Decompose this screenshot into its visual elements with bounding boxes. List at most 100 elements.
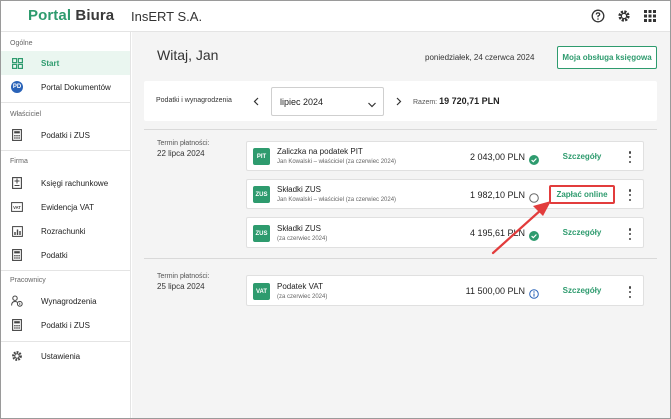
- payment-title: Składki ZUS: [277, 185, 322, 194]
- sidebar-divider: [1, 102, 131, 103]
- sidebar-item-label: Start: [41, 58, 60, 68]
- sidebar-item-label: Portal Dokumentów: [41, 82, 111, 92]
- payroll-icon: [10, 294, 24, 308]
- sidebar-item-label: Podatki: [41, 250, 68, 260]
- payment-subtitle: (za czerwiec 2024): [277, 294, 328, 300]
- payment-row-pit: PIT Zaliczka na podatek PIT Jan Kowalski…: [246, 141, 644, 171]
- zus-badge: ZUS: [253, 186, 270, 203]
- accountant-service-button[interactable]: Moja obsługa księgowa: [557, 46, 657, 69]
- sidebar: Ogólne Start PD Portal Dokumentów Właści…: [1, 32, 131, 418]
- main-content: Witaj, Jan poniedziałek, 24 czerwca 2024…: [132, 32, 670, 418]
- due-date-group-2: Termin płatności: 25 lipca 2024: [157, 272, 210, 292]
- sidebar-item-label: Rozrachunki: [41, 226, 86, 236]
- group-divider: [144, 258, 657, 259]
- vat-badge: VAT: [253, 283, 270, 300]
- details-link[interactable]: Szczegóły: [547, 286, 617, 295]
- welcome-heading: Witaj, Jan: [157, 47, 219, 63]
- sidebar-divider: [1, 341, 131, 342]
- payment-title: Zaliczka na podatek PIT: [277, 147, 363, 156]
- help-icon[interactable]: [590, 8, 606, 24]
- sidebar-item-ksiegi-rachunkowe[interactable]: Księgi rachunkowe: [1, 171, 130, 195]
- payment-subtitle: Jan Kowalski – właściciel (za czerwiec 2…: [277, 197, 397, 203]
- sidebar-item-portal-dokumentow[interactable]: PD Portal Dokumentów: [1, 75, 130, 99]
- due-date-value: 22 lipca 2024: [157, 149, 205, 158]
- logo-biura-text: Biura: [75, 7, 115, 24]
- more-options-icon[interactable]: [627, 228, 633, 240]
- payment-subtitle: Jan Kowalski – właściciel (za czerwiec 2…: [277, 159, 397, 165]
- more-options-icon[interactable]: [627, 151, 633, 163]
- calculator-icon: [10, 318, 24, 332]
- total-label: Razem:: [413, 99, 438, 106]
- chevron-right-icon[interactable]: [393, 94, 405, 108]
- sidebar-item-owner-taxes-zus[interactable]: Podatki i ZUS: [1, 123, 130, 147]
- chevron-down-icon: [367, 97, 377, 108]
- payment-row-zus: ZUS Składki ZUS (za czerwiec 2024) 4 195…: [246, 217, 644, 248]
- filter-label: Podatki i wynagrodzenia: [156, 97, 232, 104]
- sidebar-item-rozrachunki[interactable]: Rozrachunki: [1, 219, 130, 243]
- period-select-value: lipiec 2024: [280, 97, 324, 107]
- paid-check-icon: [529, 152, 539, 165]
- current-date: poniedziałek, 24 czerwca 2024: [425, 53, 535, 62]
- sidebar-divider: [1, 270, 131, 271]
- period-total: Razem: 19 720,71 PLN: [413, 96, 500, 106]
- due-date-label: Termin płatności:: [157, 140, 210, 147]
- payment-amount: 4 195,61 PLN: [469, 228, 525, 238]
- sidebar-item-label: Wynagrodzenia: [41, 296, 97, 306]
- sidebar-item-ewidencja-vat[interactable]: VAT Ewidencja VAT: [1, 195, 130, 219]
- info-icon: [529, 286, 539, 299]
- sidebar-item-podatki[interactable]: Podatki: [1, 243, 130, 267]
- pit-badge: PIT: [253, 148, 270, 165]
- portal-dokumentow-icon: PD: [10, 80, 24, 94]
- app-window: Portal Biura InsERT S.A. Ogólne Start PD: [0, 0, 671, 419]
- due-date-label: Termin płatności:: [157, 273, 210, 280]
- payment-row-zus-owner: ZUS Składki ZUS Jan Kowalski – właścicie…: [246, 179, 644, 209]
- company-name: InsERT S.A.: [131, 9, 203, 24]
- payment-title: Podatek VAT: [277, 282, 323, 291]
- pay-online-button[interactable]: Zapłać online: [549, 185, 615, 204]
- calculator-icon: [10, 128, 24, 142]
- sidebar-divider: [1, 150, 131, 151]
- vat-icon: VAT: [10, 200, 24, 214]
- total-value: 19 720,71 PLN: [439, 96, 500, 106]
- chart-icon: [10, 224, 24, 238]
- settings-icon[interactable]: [616, 8, 632, 24]
- sidebar-item-label: Podatki i ZUS: [41, 320, 90, 330]
- dashboard-icon: [10, 56, 24, 70]
- sidebar-item-label: Ewidencja VAT: [41, 202, 95, 212]
- calculator-icon: [10, 248, 24, 262]
- period-filter-bar: Podatki i wynagrodzenia lipiec 2024 Raze…: [144, 81, 657, 121]
- ledger-icon: [10, 176, 24, 190]
- more-options-icon[interactable]: [627, 189, 633, 201]
- payment-amount: 2 043,00 PLN: [469, 152, 525, 162]
- section-label-ogolne: Ogólne: [10, 40, 33, 47]
- due-date-value: 25 lipca 2024: [157, 282, 205, 291]
- sidebar-item-wynagrodzenia[interactable]: Wynagrodzenia: [1, 289, 130, 313]
- sidebar-item-start[interactable]: Start: [1, 51, 130, 75]
- sidebar-item-employees-taxes-zus[interactable]: Podatki i ZUS: [1, 313, 130, 337]
- period-select[interactable]: lipiec 2024: [271, 87, 384, 116]
- details-link[interactable]: Szczegóły: [547, 152, 617, 161]
- payment-amount: 1 982,10 PLN: [469, 190, 525, 200]
- payment-subtitle: (za czerwiec 2024): [277, 236, 328, 242]
- sidebar-item-label: Ustawienia: [41, 351, 81, 361]
- zus-badge: ZUS: [253, 225, 270, 242]
- payment-row-vat: VAT Podatek VAT (za czerwiec 2024) 11 50…: [246, 275, 644, 306]
- svg-text:VAT: VAT: [13, 205, 21, 210]
- apps-grid-icon[interactable]: [642, 8, 658, 24]
- sidebar-item-label: Podatki i ZUS: [41, 130, 90, 140]
- section-label-wlasciciel: Właściciel: [10, 111, 42, 118]
- payment-amount: 11 500,00 PLN: [465, 286, 525, 296]
- sidebar-item-ustawienia[interactable]: Ustawienia: [1, 344, 130, 368]
- top-bar: Portal Biura InsERT S.A.: [1, 1, 670, 32]
- app-logo[interactable]: Portal Biura: [28, 7, 114, 24]
- sidebar-item-label: Księgi rachunkowe: [41, 178, 109, 188]
- more-options-icon[interactable]: [627, 286, 633, 298]
- unpaid-circle-icon: [529, 190, 539, 203]
- section-label-firma: Firma: [10, 158, 28, 165]
- payment-title: Składki ZUS: [277, 224, 322, 233]
- details-link[interactable]: Szczegóły: [547, 228, 617, 237]
- paid-check-icon: [529, 228, 539, 241]
- gear-icon: [10, 349, 24, 363]
- section-label-pracownicy: Pracownicy: [10, 277, 46, 284]
- chevron-left-icon[interactable]: [250, 94, 262, 108]
